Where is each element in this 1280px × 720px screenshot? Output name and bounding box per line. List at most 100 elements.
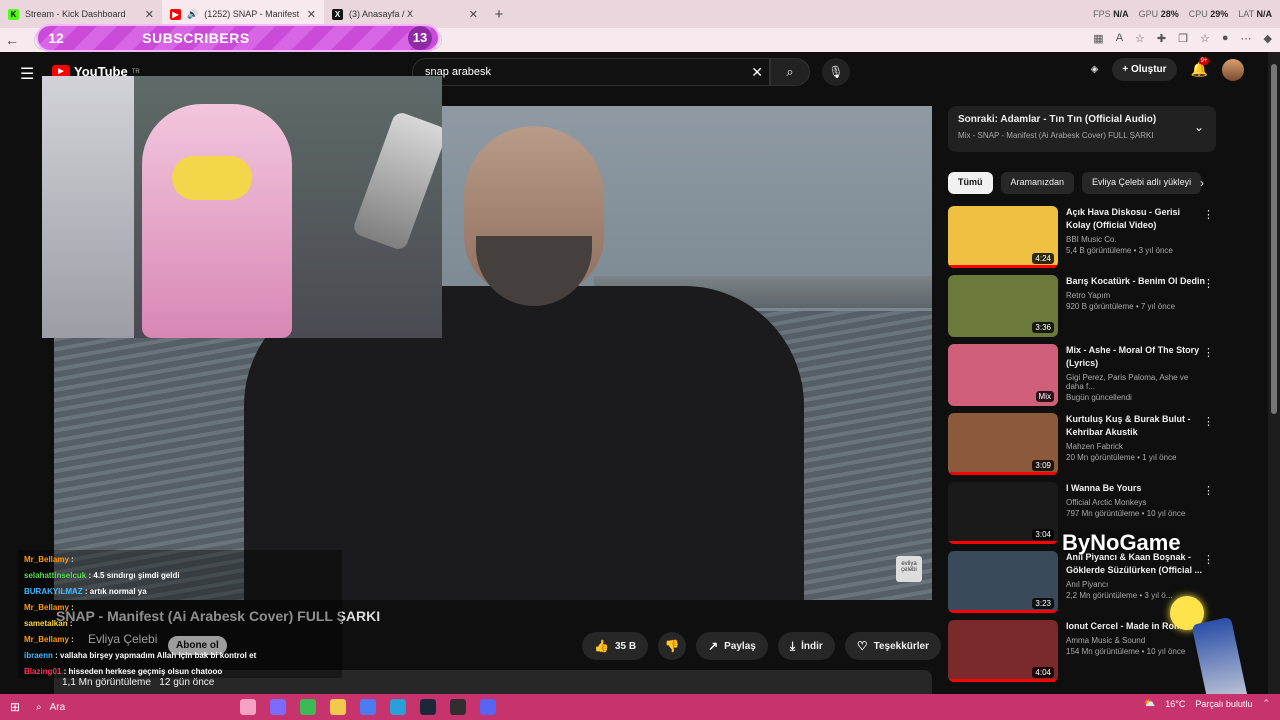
more-options-icon[interactable]: ⋮ xyxy=(1203,277,1214,290)
video-meta: Anıl Piyancı & Kaan Boşnak - Göklerde Sü… xyxy=(1066,551,1206,600)
create-button[interactable]: + Oluştur xyxy=(1112,58,1177,81)
edge-icon[interactable] xyxy=(390,699,406,715)
voice-search-button[interactable]: 🎙 xyxy=(822,58,850,86)
recommended-video[interactable]: 3:36 Barış Kocatürk - Benim Ol Dedin Retro… xyxy=(948,275,1216,339)
scrollbar[interactable] xyxy=(1268,52,1280,694)
cpu-stat: CPU 29% xyxy=(1188,9,1229,19)
watch-progress-bar xyxy=(948,472,1058,475)
video-thumbnail[interactable]: 3:36 xyxy=(948,275,1058,337)
video-channel[interactable]: Official Arctic Monkeys xyxy=(1066,498,1206,507)
chip-from-search[interactable]: Aramanızdan xyxy=(1000,172,1075,194)
discord-icon[interactable] xyxy=(480,699,496,715)
task-view-icon[interactable] xyxy=(240,699,256,715)
recommended-video[interactable]: Mix Mix - Ashe - Moral Of The Story (Lyri… xyxy=(948,344,1216,408)
favorites-icon[interactable]: ☆ xyxy=(1200,32,1210,45)
new-tab-button[interactable]: + xyxy=(486,6,512,23)
video-thumbnail[interactable]: 3:23 xyxy=(948,551,1058,613)
video-channel[interactable]: Mahzen Fabrick xyxy=(1066,442,1206,451)
chevron-down-icon[interactable]: ⌄ xyxy=(1194,120,1204,134)
more-options-icon[interactable]: ⋮ xyxy=(1203,484,1214,497)
weather-icon[interactable]: ⛅ xyxy=(1144,698,1155,709)
weather-desc[interactable]: Parçalı bulutlu xyxy=(1195,699,1252,709)
video-duration: 3:09 xyxy=(1032,460,1054,471)
video-thumbnail[interactable]: 3:04 xyxy=(948,482,1058,544)
store-icon[interactable] xyxy=(360,699,376,715)
speaker-icon[interactable]: 🔊 xyxy=(187,9,198,20)
chat-message: sametalkan : xyxy=(20,616,340,632)
video-thumbnail[interactable]: 4:24 xyxy=(948,206,1058,268)
chat-username[interactable]: Mr_Bellamy xyxy=(24,603,69,612)
download-button[interactable]: ⤓ İndir xyxy=(777,632,835,660)
weather-temp[interactable]: 16°C xyxy=(1165,699,1185,709)
chat-username[interactable]: Mr_Bellamy xyxy=(24,635,69,644)
video-channel[interactable]: Anıl Piyancı xyxy=(1066,580,1206,589)
recommended-video[interactable]: 4:24 Açık Hava Diskosu - Gerisi Kolay (Of… xyxy=(948,206,1216,270)
share-button[interactable]: ↗ Paylaş xyxy=(696,632,768,660)
extensions-icon[interactable]: ✚ xyxy=(1157,32,1166,45)
channel-watermark[interactable]: evliya çelebi xyxy=(896,556,922,582)
chat-username[interactable]: BURAKYILMAZ xyxy=(24,587,83,596)
avatar[interactable] xyxy=(1222,58,1244,81)
video-thumbnail[interactable]: Mix xyxy=(948,344,1058,406)
chip-from-uploader[interactable]: Evliya Çelebi adlı yükleyi xyxy=(1082,172,1202,194)
chevron-right-icon[interactable]: › xyxy=(1200,176,1204,190)
dislike-button[interactable]: 👎 xyxy=(658,632,687,660)
more-options-icon[interactable]: ⋮ xyxy=(1203,208,1214,221)
video-meta: I Wanna Be Yours Official Arctic Monkeys 7… xyxy=(1066,482,1206,518)
chrome-icon[interactable] xyxy=(300,699,316,715)
obs-icon[interactable] xyxy=(450,699,466,715)
chat-message: BURAKYILMAZ : artık normal ya xyxy=(20,584,340,600)
region-label: TR xyxy=(131,68,140,75)
more-icon[interactable]: ⋯ xyxy=(1241,32,1252,45)
up-next-panel[interactable]: Sonraki: Adamlar - Tın Tın (Official Aud… xyxy=(948,106,1216,152)
video-channel[interactable]: BBI Music Co. xyxy=(1066,235,1206,244)
video-stats: 797 Mn görüntüleme • 10 yıl önce xyxy=(1066,509,1186,518)
back-arrow-icon[interactable]: ← xyxy=(0,32,24,48)
recommended-video[interactable]: 4:04 Ionut Cercel - Made in Romania Amma M… xyxy=(948,620,1216,684)
like-button[interactable]: 👍 35 B xyxy=(582,632,649,660)
file-explorer-icon[interactable] xyxy=(330,699,346,715)
chat-username[interactable]: sametalkan xyxy=(24,619,68,628)
windows-start-icon[interactable]: ⊞ xyxy=(0,700,30,714)
clear-icon[interactable]: ✕ xyxy=(751,64,763,81)
chat-username[interactable]: selahattinselcuk xyxy=(24,571,86,580)
menu-icon[interactable]: ☰ xyxy=(20,64,34,84)
video-channel[interactable]: Retro Yapım xyxy=(1066,291,1206,300)
tray-chevron-icon[interactable]: ⌃ xyxy=(1262,698,1270,709)
steam-icon[interactable] xyxy=(420,699,436,715)
copilot-app-icon[interactable] xyxy=(270,699,286,715)
favorite-star-icon[interactable]: ☆ xyxy=(1135,32,1145,45)
chat-username[interactable]: Mr_Bellamy xyxy=(24,555,69,564)
close-icon[interactable]: ✕ xyxy=(145,8,154,21)
more-options-icon[interactable]: ⋮ xyxy=(1203,346,1214,359)
video-duration: 4:04 xyxy=(1032,667,1054,678)
close-icon[interactable]: ✕ xyxy=(307,8,316,21)
more-options-icon[interactable]: ⋮ xyxy=(1203,415,1214,428)
read-aloud-icon[interactable]: A xyxy=(1116,32,1123,45)
reader-icon[interactable]: ▦ xyxy=(1093,32,1103,45)
copilot-icon[interactable]: ◆ xyxy=(1264,32,1272,45)
search-button[interactable]: ⌕ xyxy=(770,58,810,86)
video-channel[interactable]: Amma Music & Sound xyxy=(1066,636,1206,645)
chat-text: : artık normal ya xyxy=(84,587,147,596)
youtube-icon: ▶ xyxy=(170,8,181,20)
chat-username[interactable]: ibraenn xyxy=(24,651,53,660)
close-icon[interactable]: ✕ xyxy=(469,8,478,21)
thanks-button[interactable]: ♡ Teşekkürler xyxy=(844,632,941,660)
cast-icon[interactable]: ◈ xyxy=(1091,64,1099,75)
video-thumbnail[interactable]: 3:09 xyxy=(948,413,1058,475)
bynogame-logo: ByNoGame xyxy=(1062,530,1181,555)
chip-all[interactable]: Tümü xyxy=(948,172,993,194)
collections-icon[interactable]: ❐ xyxy=(1178,32,1188,45)
taskbar-search[interactable]: ⌕ Ara xyxy=(30,702,230,713)
notifications-button[interactable]: 🔔 9+ xyxy=(1191,57,1210,78)
profile-icon[interactable]: ● xyxy=(1222,32,1229,45)
recommended-video[interactable]: 3:09 Kurtuluş Kuş & Burak Bulut - Kehriba… xyxy=(948,413,1216,477)
chat-username[interactable]: Blazing01 xyxy=(24,667,61,676)
video-channel[interactable]: Gigi Perez, Paris Paloma, Ashe ve daha f… xyxy=(1066,373,1206,391)
chat-text: : xyxy=(69,619,73,628)
more-options-icon[interactable]: ⋮ xyxy=(1203,553,1214,566)
search-input[interactable]: snap arabesk ✕ xyxy=(412,58,770,86)
video-thumbnail[interactable]: 4:04 xyxy=(948,620,1058,682)
scrollbar-thumb[interactable] xyxy=(1271,64,1277,414)
